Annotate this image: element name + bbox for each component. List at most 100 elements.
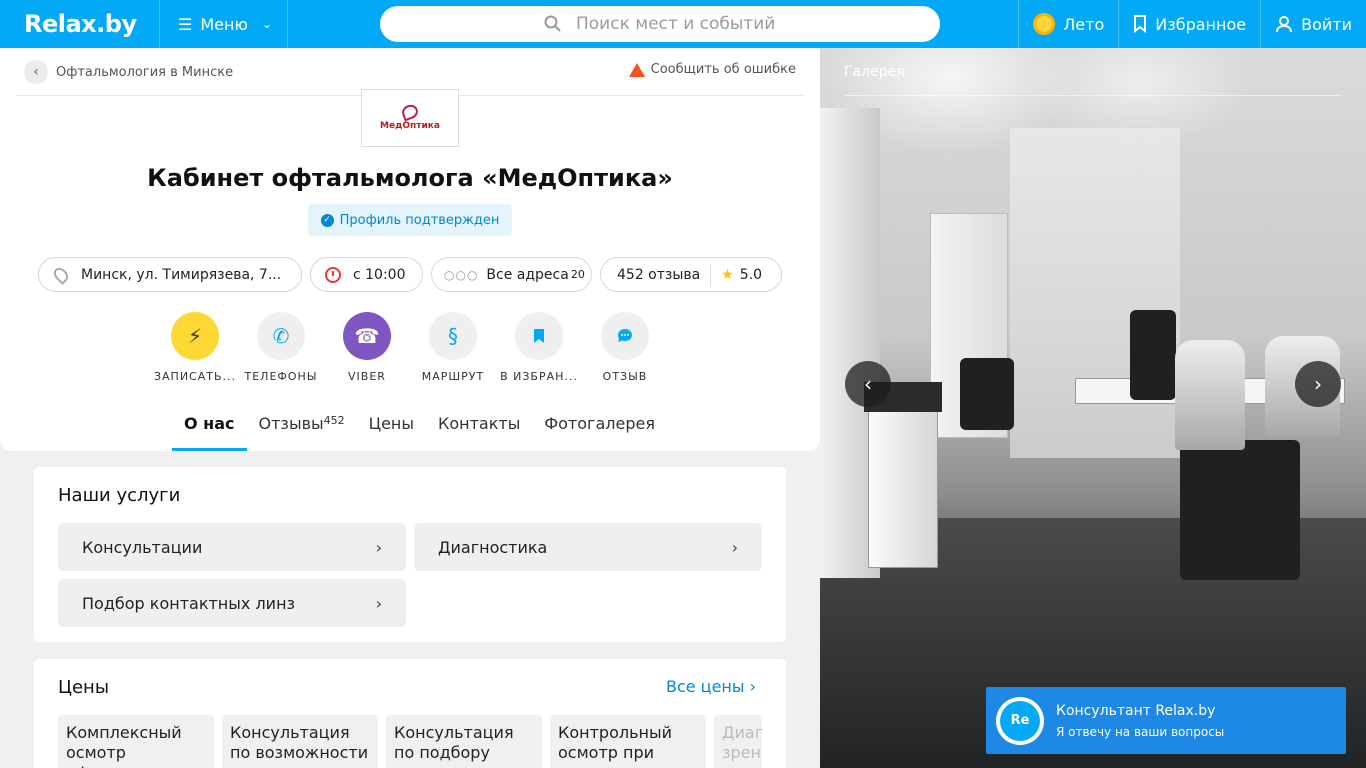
gallery-photo [1180,440,1300,580]
favorites-link[interactable]: Избранное [1118,0,1260,48]
company-logo: МедОптика [361,89,459,147]
clock-icon [325,266,341,283]
tab-label: Фотогалерея [544,414,655,433]
reviews-chip[interactable]: 452 отзыва ★ 5.0 [600,257,782,292]
check-icon: ✓ [320,213,334,227]
chevron-right-icon: › [749,677,756,696]
chevron-left-icon[interactable]: ‹ [24,60,48,84]
services-card: Наши услуги Консультации › Диагностика › П… [34,467,786,642]
address-text: Минск, ул. Тимирязева, 7... [81,266,282,283]
site-logo[interactable]: Relax.by [0,0,160,48]
services-title: Наши услуги [58,485,181,506]
tab-label: Контакты [438,414,521,433]
tab-contacts[interactable]: Контакты [426,404,532,451]
service-label: Подбор контактных линз [82,593,296,613]
action-phones[interactable]: ✆ ТЕЛЕФОНЫ [235,312,327,383]
prices-card: Цены Все цены › Комплексный осмотр офтал… [34,659,786,768]
menu-label: Меню [200,14,248,34]
action-favorite[interactable]: В ИЗБРАН... [493,312,585,383]
season-label: Лето [1063,14,1105,34]
all-prices-label: Все цены [665,677,745,696]
page-title: Кабинет офтальмолога «МедОптика» [147,164,673,192]
phone-icon: ✆ [257,312,305,360]
profile-card: ‹ Офтальмология в Минске Сообщить об оши… [0,48,820,451]
service-item[interactable]: Подбор контактных линз › [58,579,406,627]
comment-icon [601,312,649,360]
gallery-photo [1175,340,1245,450]
map-pin-icon [51,264,71,285]
consultant-text: Консультант Relax.by Я отвечу на ваши во… [1056,703,1224,739]
rating-value: 5.0 [739,266,763,283]
tab-count: 452 [323,414,345,427]
search-icon [544,15,561,32]
sun-icon [1033,13,1056,35]
company-logo-text: МедОптика [380,121,440,131]
tab-label: О нас [184,414,235,433]
bookmark-icon [1134,15,1147,33]
action-label: ТЕЛЕФОНЫ [244,370,318,383]
bookmark-icon [515,312,563,360]
report-error-link[interactable]: Сообщить об ошибке [628,62,796,77]
chevron-right-icon: › [1314,372,1322,396]
action-route[interactable]: § МАРШРУТ [407,312,499,383]
price-item[interactable]: Контрольный осмотр при [550,715,706,768]
reviews-count: 452 отзыва [617,266,701,283]
season-toggle[interactable]: Лето [1018,0,1118,48]
breadcrumb[interactable]: ‹ Офтальмология в Минске [24,60,233,84]
all-addresses-chip[interactable]: ○○○ Все адреса 20 [431,257,592,292]
action-label: МАРШРУТ [421,370,485,383]
price-item[interactable]: Консультация по подбору жестких [386,715,542,768]
star-icon: ★ [721,266,734,283]
tab-label: Цены [368,414,414,433]
consultant-widget[interactable]: Re Консультант Relax.by Я отвечу на ваши… [986,687,1346,754]
tab-prices[interactable]: Цены [357,404,426,451]
breadcrumb-label[interactable]: Офтальмология в Минске [56,65,233,80]
login-link[interactable]: Войти [1260,0,1366,48]
avatar-text: Re [1000,700,1040,741]
gallery-photo [1010,128,1180,458]
service-item[interactable]: Консультации › [58,523,406,571]
divider [844,95,1342,96]
divider [710,263,712,286]
chevron-left-icon: ‹ [864,372,872,396]
report-label: Сообщить об ошибке [650,62,796,77]
tab-reviews[interactable]: Отзывы 452 [247,404,357,451]
all-prices-link[interactable]: Все цены › [666,677,756,696]
dots-icon: ○○○ [444,267,479,282]
action-label: ОТЗЫВ [602,370,648,383]
gallery-photo [1130,310,1176,400]
eye-logo-icon [400,102,420,122]
action-review[interactable]: ОТЗЫВ [579,312,671,383]
login-label: Войти [1301,14,1352,34]
price-item[interactable]: Консультация по возможности [222,715,378,768]
service-label: Консультации [82,537,203,557]
action-label: В ИЗБРАН... [500,370,578,383]
action-viber[interactable]: ☎ VIBER [321,312,413,383]
tab-gallery[interactable]: Фотогалерея [532,404,667,451]
hamburger-icon: ☰ [178,14,193,34]
gallery-title: Галерея [844,64,905,80]
chevron-right-icon: › [731,537,738,557]
lightning-icon: ⚡ [171,312,219,360]
action-book[interactable]: ⚡ ЗАПИСАТЬ... [149,312,241,383]
chevron-right-icon: › [375,593,382,613]
service-label: Диагностика [438,537,548,557]
header-actions: Лето Избранное Войти [1018,0,1366,48]
prices-title: Цены [58,677,110,698]
price-item[interactable]: Комплексный осмотр офтальмолога [58,715,214,768]
address-chip[interactable]: Минск, ул. Тимирязева, 7... [38,257,302,292]
hours-chip[interactable]: с 10:00 [310,257,423,292]
verified-badge: ✓ Профиль подтвержден [308,204,512,236]
top-header: Relax.by ☰ Меню ⌄ Лето Избранное Войти [0,0,1366,48]
price-item[interactable]: Диагностика зрения [714,715,762,768]
warning-icon [628,62,645,77]
gallery-prev-button[interactable]: ‹ [845,361,891,407]
gallery-next-button[interactable]: › [1295,361,1341,407]
search-bar[interactable] [380,6,940,42]
action-label: VIBER [348,370,386,383]
search-input[interactable] [576,14,776,34]
menu-button[interactable]: ☰ Меню ⌄ [160,0,288,48]
favorites-label: Избранное [1155,14,1247,34]
tab-about[interactable]: О нас [172,404,247,451]
service-item[interactable]: Диагностика › [414,523,762,571]
